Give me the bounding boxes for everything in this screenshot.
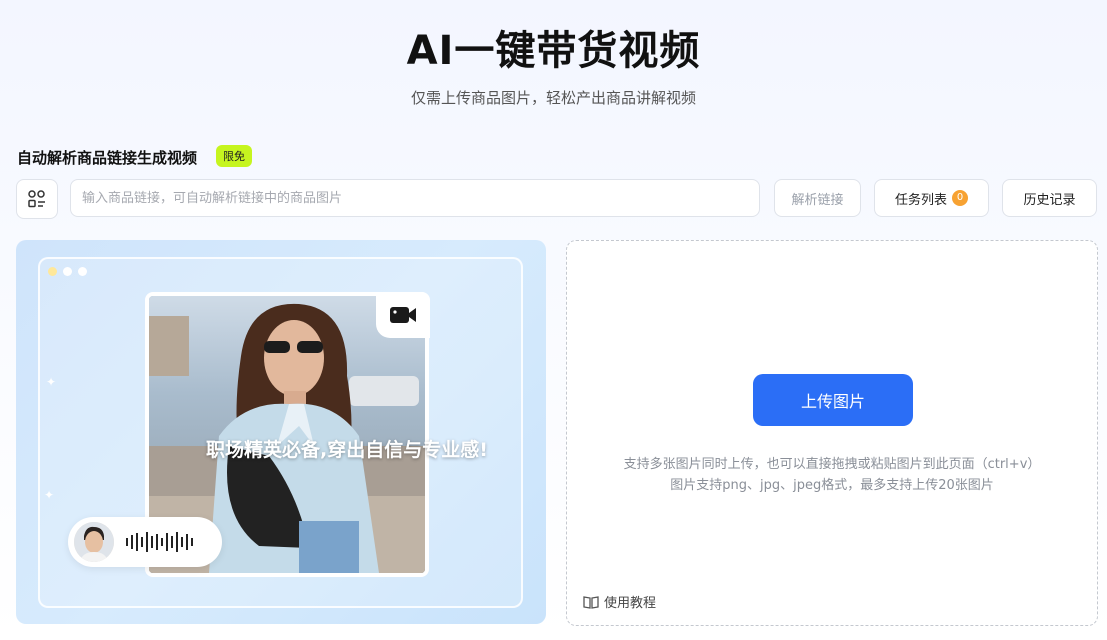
video-camera-icon: [390, 307, 416, 323]
window-dot: [63, 267, 72, 276]
task-list-button[interactable]: 任务列表 0: [874, 179, 989, 217]
voice-indicator: [68, 517, 222, 567]
task-list-label: 任务列表: [894, 192, 947, 208]
page-title: AI一键带货视频: [406, 28, 701, 74]
scan-list-button[interactable]: [16, 179, 58, 219]
upload-dropzone[interactable]: 上传图片 支持多张图片同时上传，也可以直接拖拽或粘贴图片到此页面（ctrl+v）…: [566, 240, 1098, 626]
link-section-title: 自动解析商品链接生成视频: [17, 149, 198, 167]
audio-waveform-icon: [126, 532, 193, 552]
window-dot: [78, 267, 87, 276]
free-badge: 限免: [216, 145, 252, 167]
tutorial-label: 使用教程: [604, 596, 657, 611]
page-subtitle: 仅需上传商品图片，轻松产出商品讲解视频: [410, 89, 696, 107]
scan-list-icon: [28, 190, 45, 208]
avatar: [74, 522, 114, 562]
upload-image-button[interactable]: 上传图片: [753, 374, 913, 426]
sparkle-icon: ✦: [46, 375, 57, 389]
preview-caption: 职场精英必备,穿出自信与专业感!: [206, 439, 488, 461]
open-book-icon: [583, 595, 599, 609]
video-badge: [376, 292, 430, 338]
history-button[interactable]: 历史记录: [1002, 179, 1097, 217]
example-preview-panel: ✦ ✦ 职场精英必备,穿出自信与专业感!: [16, 240, 546, 624]
tutorial-link[interactable]: 使用教程: [583, 592, 656, 611]
parse-link-button[interactable]: 解析链接: [774, 179, 861, 217]
upload-hint-line2: 图片支持png、jpg、jpeg格式，最多支持上传20张图片: [670, 478, 994, 493]
sparkle-icon: ✦: [44, 488, 55, 502]
upload-hint-line1: 支持多张图片同时上传，也可以直接拖拽或粘贴图片到此页面（ctrl+v）: [623, 457, 1041, 472]
window-dot: [48, 267, 57, 276]
task-count-badge: 0: [952, 190, 968, 206]
product-link-input[interactable]: [70, 179, 760, 217]
